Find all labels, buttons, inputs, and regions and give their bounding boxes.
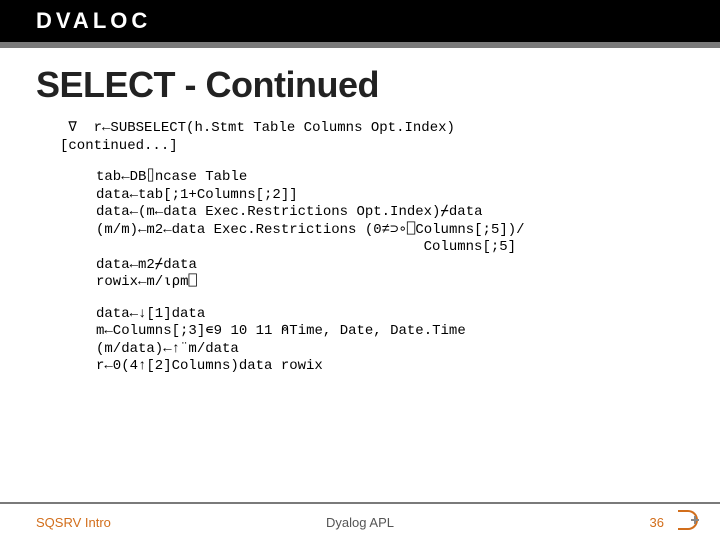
code-block-tail: data←↓[1]data m←Columns[;3]∊9 10 11 ⍝Tim…	[96, 306, 684, 376]
footer-center: Dyalog APL	[326, 515, 394, 530]
code-block-header: ∇ r←SUBSELECT(h.Stmt Table Columns Opt.I…	[60, 120, 684, 155]
top-bar: DVALOC	[0, 0, 720, 42]
dyalog-icon	[674, 506, 702, 539]
slide-title: SELECT - Continued	[36, 64, 684, 106]
slide: DVALOC SELECT - Continued ∇ r←SUBSELECT(…	[0, 0, 720, 540]
footer-left: SQSRV Intro	[36, 515, 111, 530]
slide-content: SELECT - Continued ∇ r←SUBSELECT(h.Stmt …	[0, 48, 720, 376]
brand-logo: DVALOC	[36, 8, 151, 34]
page-number: 36	[650, 515, 664, 530]
slide-footer: SQSRV Intro Dyalog APL 36	[0, 502, 720, 540]
footer-right: 36	[650, 506, 702, 539]
code-block-main: tab←DB⌷ncase Table data←tab[;1+Columns[;…	[96, 169, 684, 292]
